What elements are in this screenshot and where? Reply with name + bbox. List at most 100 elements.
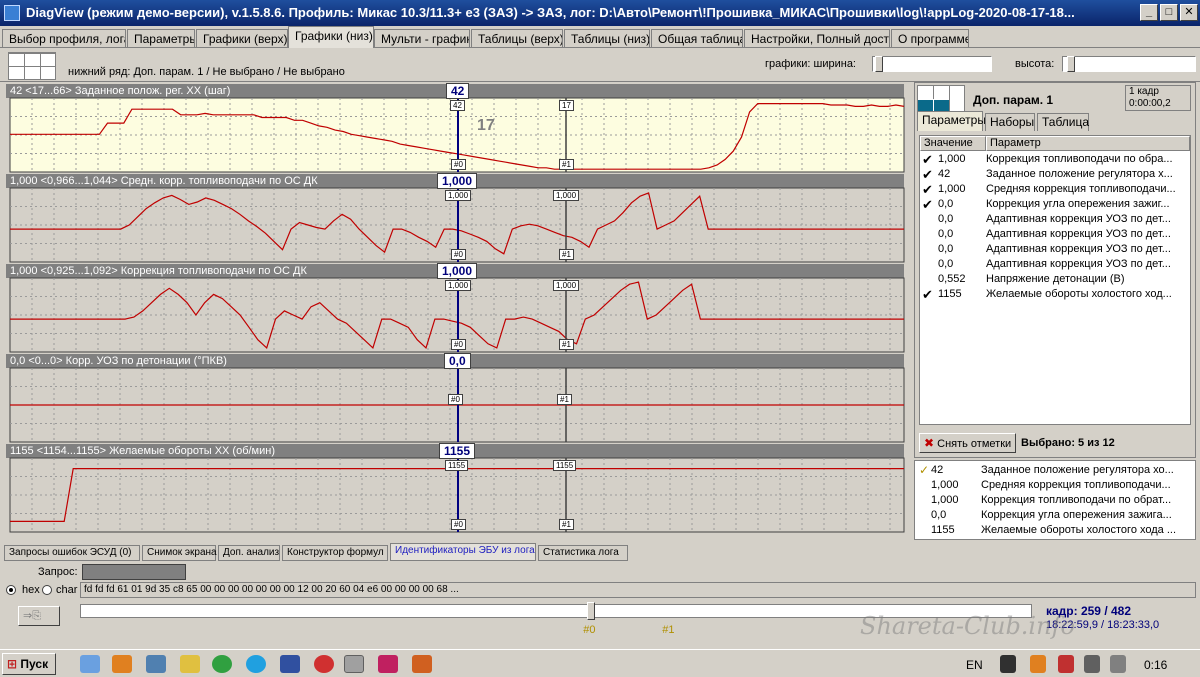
selected-value: 1155 <box>931 524 955 536</box>
tab-graphs-bottom[interactable]: Графики (низ) <box>288 26 374 48</box>
cursor-value-0: 1155 <box>445 460 469 471</box>
cursor-flag-0: #0 <box>448 394 463 405</box>
frame-count: 1 кадр <box>1129 86 1159 97</box>
tray-icon-3[interactable] <box>1058 655 1074 673</box>
selected-row[interactable]: ✓ 42 Заданное положение регулятора хо... <box>915 463 1195 478</box>
tab-extra-analysis[interactable]: Доп. анализ <box>218 545 280 561</box>
tab-panel-sets[interactable]: Наборы <box>985 113 1035 131</box>
request-input[interactable] <box>82 564 186 580</box>
skype-icon[interactable] <box>246 655 266 673</box>
check-icon[interactable]: ✔ <box>922 182 934 197</box>
chart-value-idle-rpm: 1155 <box>439 443 476 459</box>
selected-value: 1,000 <box>931 479 959 491</box>
col-value-header[interactable]: Значение <box>920 136 986 151</box>
clock: 0:16 <box>1144 658 1168 672</box>
cursor-flag-0: #0 <box>451 249 466 260</box>
tab-ecu-errors[interactable]: Запросы ошибок ЭСУД (0) <box>4 545 140 561</box>
check-icon[interactable]: ✔ <box>922 287 934 302</box>
timeline-thumb[interactable] <box>587 602 596 620</box>
check-icon[interactable]: ✔ <box>922 152 934 167</box>
cursor-value-1: 17 <box>559 100 574 111</box>
notepad-icon[interactable] <box>146 655 166 673</box>
tab-ecu-ids[interactable]: Идентификаторы ЭБУ из лога <box>390 543 536 561</box>
param-name: Адаптивная коррекция УОЗ по дет... <box>986 213 1171 225</box>
chrome-icon[interactable] <box>212 655 232 673</box>
param-value: 0,0 <box>938 213 954 225</box>
hex-radio[interactable] <box>6 585 16 595</box>
crown2-icon[interactable] <box>412 655 432 673</box>
tab-panel-table[interactable]: Таблица <box>1037 113 1089 131</box>
cursor-flag-1: #1 <box>559 339 574 350</box>
height-slider[interactable] <box>1062 56 1196 72</box>
selected-name: Заданное положение регулятора хо... <box>981 464 1174 476</box>
param-row[interactable]: 0,0 Адаптивная коррекция УОЗ по дет... <box>920 212 1190 227</box>
param-name: Средняя коррекция топливоподачи... <box>986 183 1176 195</box>
cursor-value-17: 17 <box>477 117 495 134</box>
col-param-header[interactable]: Параметр <box>986 136 1190 151</box>
param-row[interactable]: ✔ 1155 Желаемые обороты холостого ход... <box>920 287 1190 302</box>
char-radio[interactable] <box>42 585 52 595</box>
tab-formula-builder[interactable]: Конструктор формул <box>282 545 388 561</box>
send-button[interactable]: ⇒⎘ <box>18 606 60 626</box>
tray-icon-1[interactable] <box>1000 655 1016 673</box>
cursor-flag-1: #1 <box>557 394 572 405</box>
param-row[interactable]: 0,0 Адаптивная коррекция УОЗ по дет... <box>920 242 1190 257</box>
param-value: 0,0 <box>938 258 954 270</box>
request-label: Запрос: <box>38 566 78 578</box>
start-label: Пуск <box>20 657 49 671</box>
diagview-icon[interactable] <box>344 655 364 673</box>
param-name: Адаптивная коррекция УОЗ по дет... <box>986 258 1171 270</box>
param-value: 42 <box>938 168 951 180</box>
tray-icon-4[interactable] <box>1084 655 1100 673</box>
selected-list: ✓ 42 Заданное положение регулятора хо... 1,… <box>914 460 1196 540</box>
param-name: Адаптивная коррекция УОЗ по дет... <box>986 228 1171 240</box>
param-row[interactable]: ✔ 0,0 Коррекция угла опережения зажиг... <box>920 197 1190 212</box>
panel-grid-icon[interactable] <box>917 85 965 113</box>
selected-value: 42 <box>931 464 944 476</box>
tab-panel-params[interactable]: Параметры <box>917 111 986 131</box>
cursor-flag-1: #1 <box>559 249 574 260</box>
param-row[interactable]: ✔ 1,000 Коррекция топливоподачи по обра... <box>920 152 1190 167</box>
clear-marks-button[interactable]: ✖ Снять отметки <box>919 433 1017 453</box>
language-indicator[interactable]: EN <box>966 658 983 672</box>
file-icon[interactable] <box>80 655 100 673</box>
frame-info: 1 кадр 0:00:00,2 <box>1125 85 1191 111</box>
check-icon[interactable]: ✔ <box>922 167 934 182</box>
network-icon[interactable] <box>280 655 300 673</box>
tab-screenshot[interactable]: Снимок экрана <box>142 545 217 561</box>
selected-value: 0,0 <box>931 509 947 521</box>
param-row[interactable]: ✔ 1,000 Средняя коррекция топливоподачи... <box>920 182 1190 197</box>
selected-row[interactable]: 1155 Желаемые обороты холостого хода ... <box>915 523 1195 538</box>
param-row[interactable]: 0,0 Адаптивная коррекция УОЗ по дет... <box>920 257 1190 272</box>
browser-icon[interactable] <box>314 655 334 673</box>
selected-row[interactable]: 0,0 Коррекция угла опережения зажига... <box>915 508 1195 523</box>
windows-icon: ⊞ <box>7 657 18 671</box>
cursor-flag-1: #1 <box>559 519 574 530</box>
cursor-value-1: 1,000 <box>553 190 580 201</box>
param-name: Напряжение детонации (В) <box>986 273 1125 285</box>
param-value: 0,0 <box>938 243 954 255</box>
chart-value-knock-corr: 0,0 <box>444 353 471 369</box>
crown-icon[interactable] <box>378 655 398 673</box>
param-panel: Доп. парам. 1 1 кадр 0:00:00,2 Параметры… <box>914 82 1196 458</box>
selected-count: Выбрано: 5 из 12 <box>1021 437 1115 449</box>
minimize-button[interactable]: _ <box>1140 4 1158 21</box>
param-row[interactable]: ✔ 42 Заданное положение регулятора х... <box>920 167 1190 182</box>
maximize-button[interactable]: □ <box>1160 4 1178 21</box>
param-name: Заданное положение регулятора х... <box>986 168 1173 180</box>
tab-log-stats[interactable]: Статистика лога <box>538 545 628 561</box>
timeline-marker-0: #0 <box>583 624 596 636</box>
speaker-icon[interactable] <box>1110 655 1126 673</box>
selected-row[interactable]: 1,000 Коррекция топливоподачи по обрат... <box>915 493 1195 508</box>
check-icon[interactable]: ✔ <box>922 197 934 212</box>
watermark: Shareta-Club.info <box>860 612 1075 640</box>
folder-icon[interactable] <box>180 655 200 673</box>
close-button[interactable]: ✕ <box>1180 4 1198 21</box>
param-row[interactable]: 0,0 Адаптивная коррекция УОЗ по дет... <box>920 227 1190 242</box>
start-button[interactable]: ⊞ Пуск <box>2 653 56 675</box>
tray-icon-2[interactable] <box>1030 655 1046 673</box>
selected-row[interactable]: 1,000 Средняя коррекция топливоподачи... <box>915 478 1195 493</box>
param-row[interactable]: 0,552 Напряжение детонации (В) <box>920 272 1190 287</box>
cursor-flag-1: #1 <box>559 159 574 170</box>
media-icon[interactable] <box>112 655 132 673</box>
